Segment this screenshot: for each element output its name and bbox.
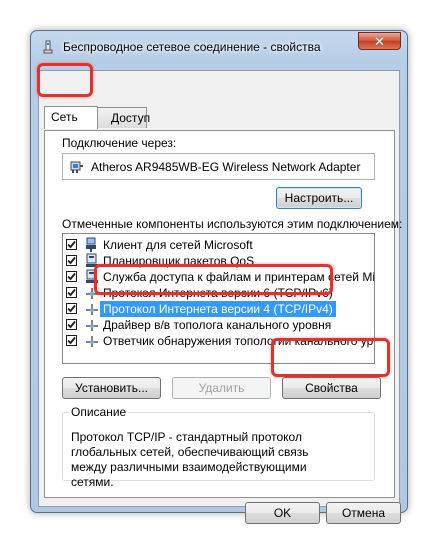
- adapter-field: Atheros AR9485WB-EG Wireless Network Ada…: [62, 153, 375, 180]
- description-title: Описание: [69, 405, 129, 419]
- uninstall-button[interactable]: Удалить: [172, 377, 271, 399]
- window-title: Беспроводное сетевое соединение - свойст…: [63, 40, 321, 54]
- component-checkbox[interactable]: [66, 303, 77, 314]
- description-text: Протокол TCP/IP - стандартный протокол г…: [71, 430, 309, 489]
- component-checkbox[interactable]: [66, 239, 77, 250]
- highlight-network-tab: [37, 63, 93, 97]
- title-bar[interactable]: Беспроводное сетевое соединение - свойст…: [31, 31, 407, 61]
- tab-network[interactable]: Сеть: [44, 106, 98, 129]
- close-button[interactable]: ✕: [358, 32, 401, 50]
- component-label: Протокол Интернета версии 4 (TCP/IPv4): [100, 301, 336, 317]
- network-connection-icon: [43, 40, 53, 54]
- install-button[interactable]: Установить...: [62, 377, 161, 399]
- checkmark-icon: [67, 320, 76, 329]
- checkmark-icon: [67, 288, 76, 297]
- components-label: Отмеченные компоненты используются этим …: [62, 217, 403, 231]
- component-checkbox[interactable]: [66, 255, 77, 266]
- checkmark-icon: [67, 272, 76, 281]
- description-groupbox: Описание Протокол TCP/IP - стандартный п…: [62, 405, 375, 489]
- component-checkbox[interactable]: [66, 335, 77, 346]
- component-checkbox[interactable]: [66, 287, 77, 298]
- configure-button[interactable]: Настроить...: [276, 187, 362, 209]
- ok-button[interactable]: OK: [245, 502, 320, 524]
- component-checkbox[interactable]: [66, 271, 77, 282]
- component-checkbox[interactable]: [66, 319, 77, 330]
- list-item[interactable]: Драйвер в/в тополога канального уровня: [63, 317, 374, 333]
- checkmark-icon: [67, 336, 76, 345]
- protocol-icon: [86, 336, 98, 347]
- protocol-icon: [86, 320, 98, 331]
- properties-button[interactable]: Свойства: [282, 377, 381, 399]
- connect-using-label: Подключение через:: [62, 136, 177, 150]
- adapter-name: Atheros AR9485WB-EG Wireless Network Ada…: [91, 160, 361, 174]
- checkmark-icon: [67, 240, 76, 249]
- protocol-icon: [86, 304, 98, 315]
- checkmark-icon: [67, 256, 76, 265]
- network-adapter-icon: [70, 161, 83, 173]
- highlight-properties-button: [271, 338, 390, 377]
- cancel-button[interactable]: Отмена: [326, 502, 401, 524]
- network-client-icon: [86, 237, 96, 252]
- tab-access-label: Доступ: [111, 111, 151, 125]
- close-icon: ✕: [374, 34, 385, 49]
- component-label: Драйвер в/в тополога канального уровня: [103, 318, 332, 332]
- list-item-selected[interactable]: Протокол Интернета версии 4 (TCP/IPv4): [63, 301, 374, 317]
- tab-network-label: Сеть: [51, 110, 78, 124]
- tab-access[interactable]: Доступ: [96, 107, 151, 128]
- network-tab-panel: Подключение через: Atheros AR9485WB-EG W…: [44, 130, 402, 498]
- checkmark-icon: [67, 304, 76, 313]
- list-item[interactable]: Клиент для сетей Microsoft: [63, 237, 374, 253]
- highlight-ipv4-item: [94, 264, 333, 295]
- component-label: Клиент для сетей Microsoft: [103, 238, 253, 252]
